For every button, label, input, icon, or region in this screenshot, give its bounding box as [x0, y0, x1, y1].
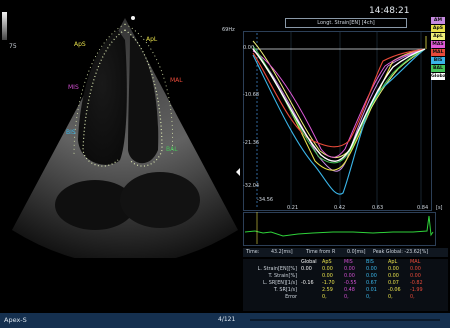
segment-label-mal: MAL: [170, 77, 183, 84]
legend-item-mas[interactable]: MAS: [431, 41, 445, 48]
view-name: Apex-S: [4, 316, 27, 324]
y-tick-1: 0.00: [243, 45, 255, 51]
time-from-r-value: 0.0[ms]: [347, 250, 366, 255]
segment-label-bal: BAL: [166, 146, 178, 153]
legend-item-bal[interactable]: BAL: [431, 65, 445, 72]
segment-label-aps: ApS: [74, 41, 86, 48]
clock: 14:48:21: [369, 6, 410, 16]
table-row: L. Strain[EN][%] 0.00 0.00 0.00 0.00 0.0…: [257, 266, 421, 272]
x-tick-3: 0.63: [372, 205, 384, 211]
col-mis: MIS: [344, 259, 353, 265]
table-row: Error 0, 0, 0, 0, 0,: [285, 294, 415, 300]
y-tick-3: -21.36: [243, 140, 260, 146]
time-from-r-label: Time from R: [306, 250, 336, 255]
legend-item-bis[interactable]: BIS: [431, 57, 445, 64]
col-apl: ApL: [388, 259, 398, 265]
x-tick-2: 0.42: [334, 205, 346, 211]
legend-item-mal[interactable]: MAL: [431, 49, 445, 56]
y-tick-2: -10.68: [243, 92, 260, 98]
echo-view[interactable]: 75 ApS ApL MIS MAL BIS BAL: [0, 0, 240, 258]
table-header-row: Global ApS MIS BIS ApL MAL: [245, 259, 430, 266]
time-value: 43.2[ms]: [271, 250, 293, 255]
col-mal: MAL: [410, 259, 421, 265]
frame-rate: 69Hz: [222, 27, 235, 33]
ecg-trace: [244, 212, 434, 244]
legend-item-am[interactable]: AM: [431, 17, 445, 24]
x-tick-1: 0.21: [287, 205, 299, 211]
legend-item-global[interactable]: Global: [431, 73, 447, 80]
legend: AM ApS ApL MAS MAL BIS BAL Global: [431, 17, 447, 81]
y-tick-4: -32.04: [243, 183, 260, 189]
segment-values-table: Global ApS MIS BIS ApL MAL L. Strain[EN]…: [245, 259, 430, 301]
segment-label-apl: ApL: [146, 36, 158, 43]
peak-global: Peak Global: -23.62[%]: [373, 250, 429, 255]
table-row: T. Strain[%] 0.00 0.00 0.00 0.00 0.00: [268, 273, 421, 279]
legend-item-aps[interactable]: ApS: [431, 25, 445, 32]
col-bis: BIS: [366, 259, 374, 265]
x-tick-4: 0.84: [417, 205, 429, 211]
echo-image: [12, 16, 240, 258]
segment-label-bis: BIS: [66, 129, 76, 136]
y-bottom-label: -34.56: [257, 197, 274, 203]
time-label: Time:: [246, 250, 260, 255]
strain-plot: [252, 31, 427, 209]
footer-bar: Apex-S 4/121: [0, 313, 450, 328]
x-unit: [s]: [436, 205, 443, 211]
plot-title: Longt. Strain[EN] [4ch]: [285, 18, 407, 28]
segment-label-mis: MIS: [68, 84, 79, 91]
col-global: Global: [301, 259, 317, 265]
table-row: T. SR[1/s] 2.59 0.48 0.01 -0.06 -1.99: [273, 287, 423, 293]
col-aps: ApS: [322, 259, 332, 265]
legend-item-apl[interactable]: ApL: [431, 33, 445, 40]
frame-counter: 4/121: [218, 316, 236, 323]
status-bar: Time: 43.2[ms] Time from R 0.0[ms] Peak …: [243, 248, 448, 257]
table-row: L. SR[EN][1/s] -0.16 -1.70 -0.55 0.67 0.…: [262, 280, 423, 286]
timeline-track[interactable]: [250, 319, 440, 321]
